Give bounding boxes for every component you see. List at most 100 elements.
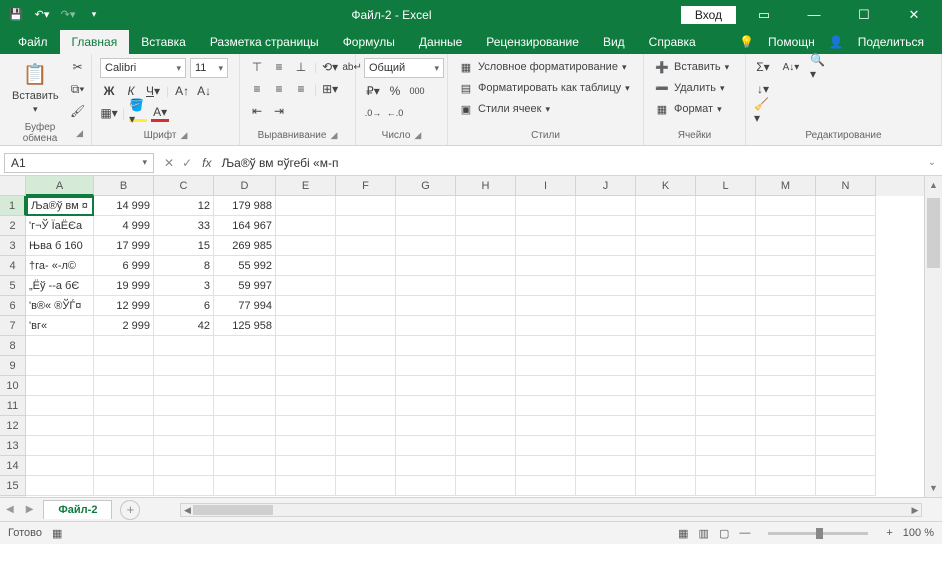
find-icon[interactable]: 🔍▾ bbox=[810, 58, 828, 76]
column-header[interactable]: G bbox=[396, 176, 456, 196]
orientation-icon[interactable]: ⟲▾ bbox=[321, 58, 339, 76]
cell[interactable] bbox=[816, 296, 876, 316]
cell[interactable]: 77 994 bbox=[214, 296, 276, 316]
cell[interactable]: 33 bbox=[154, 216, 214, 236]
dialog-launcher-icon[interactable]: ◢ bbox=[180, 130, 187, 141]
column-header[interactable]: N bbox=[816, 176, 876, 196]
cell[interactable] bbox=[456, 336, 516, 356]
cell[interactable] bbox=[26, 436, 94, 456]
cell[interactable] bbox=[154, 376, 214, 396]
cell[interactable] bbox=[456, 476, 516, 496]
cell[interactable] bbox=[336, 436, 396, 456]
align-top-icon[interactable]: ⊤ bbox=[248, 58, 266, 76]
cell[interactable] bbox=[756, 476, 816, 496]
undo-icon[interactable]: ↶▾ bbox=[34, 7, 50, 23]
cell[interactable]: 15 bbox=[154, 236, 214, 256]
cell[interactable] bbox=[696, 236, 756, 256]
cell[interactable] bbox=[396, 436, 456, 456]
cell[interactable]: 125 958 bbox=[214, 316, 276, 336]
cell[interactable]: 14 999 bbox=[94, 196, 154, 216]
column-header[interactable]: J bbox=[576, 176, 636, 196]
cell[interactable] bbox=[816, 376, 876, 396]
cell[interactable] bbox=[336, 316, 396, 336]
cell[interactable] bbox=[396, 396, 456, 416]
paste-button[interactable]: 📋 Вставить ▾ bbox=[8, 58, 63, 117]
name-box[interactable]: A1▾ bbox=[4, 153, 154, 173]
cell[interactable] bbox=[456, 316, 516, 336]
cell[interactable] bbox=[336, 256, 396, 276]
cell[interactable] bbox=[456, 296, 516, 316]
cell[interactable] bbox=[336, 236, 396, 256]
cell[interactable] bbox=[214, 336, 276, 356]
cell[interactable] bbox=[94, 396, 154, 416]
cell[interactable] bbox=[516, 276, 576, 296]
scroll-up-icon[interactable]: ▲ bbox=[925, 176, 942, 194]
cell[interactable] bbox=[516, 396, 576, 416]
cell[interactable] bbox=[456, 436, 516, 456]
delete-cells-button[interactable]: ➖Удалить▾ bbox=[652, 79, 727, 97]
tab-insert[interactable]: Вставка bbox=[129, 30, 198, 54]
cell[interactable] bbox=[336, 456, 396, 476]
cell[interactable] bbox=[816, 336, 876, 356]
cell[interactable] bbox=[276, 476, 336, 496]
cell[interactable] bbox=[756, 436, 816, 456]
format-cells-button[interactable]: ▦Формат▾ bbox=[652, 100, 724, 118]
cell[interactable] bbox=[516, 236, 576, 256]
zoom-out-icon[interactable]: — bbox=[739, 527, 750, 539]
cell[interactable] bbox=[26, 476, 94, 496]
tab-view[interactable]: Вид bbox=[591, 30, 637, 54]
font-name-combo[interactable]: Calibri▾ bbox=[100, 58, 186, 78]
cell[interactable] bbox=[336, 336, 396, 356]
cell[interactable] bbox=[576, 356, 636, 376]
cell[interactable] bbox=[396, 236, 456, 256]
cell[interactable]: 6 bbox=[154, 296, 214, 316]
tab-tell-me[interactable]: Помощн bbox=[760, 30, 823, 54]
normal-view-icon[interactable]: ▦ bbox=[678, 527, 688, 540]
cell[interactable] bbox=[756, 456, 816, 476]
cell[interactable]: 4 999 bbox=[94, 216, 154, 236]
column-header[interactable]: D bbox=[214, 176, 276, 196]
cell[interactable] bbox=[516, 356, 576, 376]
copy-icon[interactable]: ⧉▾ bbox=[69, 80, 87, 98]
cell[interactable] bbox=[756, 376, 816, 396]
login-button[interactable]: Вход bbox=[681, 6, 736, 24]
tab-review[interactable]: Рецензирование bbox=[474, 30, 591, 54]
cell[interactable] bbox=[636, 456, 696, 476]
cell[interactable] bbox=[576, 256, 636, 276]
horizontal-scrollbar[interactable]: ◀ ▶ bbox=[180, 503, 922, 517]
page-break-view-icon[interactable]: ▢ bbox=[719, 527, 729, 540]
cell[interactable] bbox=[276, 236, 336, 256]
cell[interactable] bbox=[696, 196, 756, 216]
cell[interactable]: 'г¬Ў ЇаЁЄа bbox=[26, 216, 94, 236]
cancel-formula-icon[interactable]: ✕ bbox=[164, 156, 174, 170]
cell[interactable] bbox=[94, 456, 154, 476]
cell[interactable] bbox=[516, 456, 576, 476]
increase-decimal-icon[interactable]: .0→ bbox=[364, 104, 382, 122]
conditional-format-button[interactable]: ▦Условное форматирование▾ bbox=[456, 58, 628, 76]
cell[interactable]: 42 bbox=[154, 316, 214, 336]
column-header[interactable]: E bbox=[276, 176, 336, 196]
scroll-right-icon[interactable]: ▶ bbox=[909, 504, 921, 516]
row-header[interactable]: 1 bbox=[0, 196, 26, 216]
cell[interactable] bbox=[516, 376, 576, 396]
zoom-slider-knob[interactable] bbox=[816, 528, 823, 539]
align-center-icon[interactable]: ≡ bbox=[270, 80, 288, 98]
column-header[interactable]: I bbox=[516, 176, 576, 196]
scrollbar-thumb[interactable] bbox=[193, 505, 273, 515]
sheet-nav-next-icon[interactable]: ▶ bbox=[20, 504, 40, 515]
cell[interactable] bbox=[816, 396, 876, 416]
qat-customize-icon[interactable]: ▾ bbox=[86, 7, 102, 23]
increase-indent-icon[interactable]: ⇥ bbox=[270, 102, 288, 120]
row-header[interactable]: 3 bbox=[0, 236, 26, 256]
cell[interactable]: 164 967 bbox=[214, 216, 276, 236]
cell[interactable] bbox=[516, 476, 576, 496]
cell[interactable] bbox=[214, 456, 276, 476]
cell[interactable] bbox=[576, 296, 636, 316]
cell[interactable] bbox=[636, 196, 696, 216]
cell[interactable]: Љa®ў вм ¤ bbox=[26, 196, 94, 216]
cell[interactable] bbox=[154, 476, 214, 496]
cell[interactable] bbox=[816, 236, 876, 256]
format-as-table-button[interactable]: ▤Форматировать как таблицу▾ bbox=[456, 79, 632, 97]
sheet-nav-prev-icon[interactable]: ◀ bbox=[0, 504, 20, 515]
fill-color-icon[interactable]: 🪣▾ bbox=[129, 104, 147, 122]
